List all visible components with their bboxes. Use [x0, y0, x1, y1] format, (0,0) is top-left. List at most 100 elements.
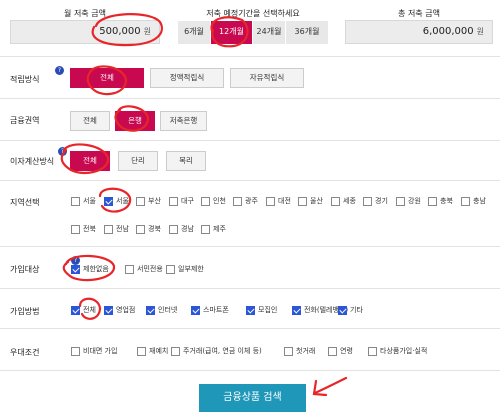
preference-checkbox-label: 첫거래: [296, 347, 316, 355]
checkbox-icon[interactable]: [338, 305, 347, 315]
region-checkbox-label: 대전: [278, 197, 291, 205]
sector-option-bank[interactable]: 은행: [115, 111, 155, 131]
checkbox-icon[interactable]: [461, 196, 470, 206]
channel-checkbox-3[interactable]: 스마트폰: [191, 305, 229, 315]
sector-option-all[interactable]: 전체: [70, 111, 110, 131]
total-label: 총 저축 금액: [398, 9, 440, 18]
checkbox-icon[interactable]: [266, 196, 275, 206]
checkbox-icon[interactable]: [146, 305, 155, 315]
checkbox-icon[interactable]: [104, 196, 113, 206]
target-checkbox-label: 서민전용: [137, 265, 163, 273]
checkbox-icon[interactable]: [71, 196, 80, 206]
channel-checkbox-label: 영업점: [116, 306, 136, 314]
checkbox-icon[interactable]: [396, 196, 405, 206]
preference-checkbox-1[interactable]: 재예치: [137, 346, 168, 356]
region-checkbox-4[interactable]: 인천: [201, 196, 226, 206]
preference-checkbox-3[interactable]: 첫거래: [284, 346, 315, 356]
checkbox-icon[interactable]: [137, 346, 146, 356]
divider: [0, 246, 500, 247]
checkbox-icon[interactable]: [136, 196, 145, 206]
target-checkbox-1[interactable]: 서민전용: [125, 264, 163, 274]
region-checkbox-12[interactable]: 충남: [461, 196, 486, 206]
checkbox-icon[interactable]: [71, 305, 80, 315]
checkbox-icon[interactable]: [104, 224, 113, 234]
checkbox-icon[interactable]: [201, 224, 210, 234]
region-checkbox-2[interactable]: 부산: [136, 196, 161, 206]
target-checkbox-0[interactable]: 제한없음: [71, 264, 109, 274]
checkbox-icon[interactable]: [71, 264, 80, 274]
period-selector: 6개월 12개월 24개월 36개월: [178, 21, 328, 44]
checkbox-icon[interactable]: [125, 264, 134, 274]
interest-option-simple[interactable]: 단리: [118, 151, 158, 171]
checkbox-icon[interactable]: [169, 196, 178, 206]
checkbox-icon[interactable]: [246, 305, 255, 315]
region-checkbox-label: 전북: [83, 225, 96, 233]
preference-checkbox-label: 주거래(급여, 연금 이체 등): [183, 347, 262, 355]
preference-checkbox-4[interactable]: 연령: [328, 346, 353, 356]
region-checkbox-13[interactable]: 전북: [71, 224, 96, 234]
checkbox-icon[interactable]: [331, 196, 340, 206]
region-checkbox-15[interactable]: 경북: [136, 224, 161, 234]
sector-option-savings-bank[interactable]: 저축은행: [160, 111, 207, 131]
checkbox-icon[interactable]: [169, 224, 178, 234]
help-icon[interactable]: ?: [58, 147, 67, 156]
channel-checkbox-1[interactable]: 영업점: [104, 305, 135, 315]
method-option-free[interactable]: 자유적립식: [230, 68, 304, 88]
checkbox-icon[interactable]: [363, 196, 372, 206]
target-checkbox-2[interactable]: 일부제한: [166, 264, 204, 274]
checkbox-icon[interactable]: [171, 346, 180, 356]
monthly-amount-field[interactable]: 500,000 원: [10, 20, 160, 44]
region-checkbox-0[interactable]: 서울: [71, 196, 96, 206]
region-checkbox-5[interactable]: 광주: [233, 196, 258, 206]
region-checkbox-label: 경기: [375, 197, 388, 205]
region-checkbox-16[interactable]: 경남: [169, 224, 194, 234]
product-search-button[interactable]: 금융상품 검색: [199, 384, 306, 412]
region-checkbox-label: 경남: [181, 225, 194, 233]
total-amount-value: 6,000,000: [422, 26, 474, 37]
checkbox-icon[interactable]: [368, 346, 377, 356]
help-icon[interactable]: ?: [55, 66, 64, 75]
method-option-all[interactable]: 전체: [70, 68, 144, 88]
channel-checkbox-6[interactable]: 기타: [338, 305, 363, 315]
checkbox-icon[interactable]: [71, 346, 80, 356]
checkbox-icon[interactable]: [71, 224, 80, 234]
checkbox-icon[interactable]: [104, 305, 113, 315]
period-option-6[interactable]: 6개월: [178, 21, 211, 44]
region-checkbox-8[interactable]: 세종: [331, 196, 356, 206]
region-checkbox-3[interactable]: 대구: [169, 196, 194, 206]
region-checkbox-9[interactable]: 경기: [363, 196, 388, 206]
region-checkbox-label: 부산: [148, 197, 161, 205]
checkbox-icon[interactable]: [191, 305, 200, 315]
channel-checkbox-2[interactable]: 인터넷: [146, 305, 177, 315]
region-checkbox-14[interactable]: 전남: [104, 224, 129, 234]
region-checkbox-17[interactable]: 제주: [201, 224, 226, 234]
preference-checkbox-5[interactable]: 타상품가입·실적: [368, 346, 427, 356]
checkbox-icon[interactable]: [298, 196, 307, 206]
target-label: 가입대상: [10, 265, 40, 274]
region-checkbox-label: 대구: [181, 197, 194, 205]
checkbox-icon[interactable]: [328, 346, 337, 356]
interest-option-all[interactable]: 전체: [70, 151, 110, 171]
period-option-36[interactable]: 36개월: [286, 21, 328, 44]
checkbox-icon[interactable]: [136, 224, 145, 234]
region-checkbox-7[interactable]: 울산: [298, 196, 323, 206]
checkbox-icon[interactable]: [201, 196, 210, 206]
preference-checkbox-0[interactable]: 비대면 가입: [71, 346, 117, 356]
checkbox-icon[interactable]: [428, 196, 437, 206]
checkbox-icon[interactable]: [292, 305, 301, 315]
preference-checkbox-2[interactable]: 주거래(급여, 연금 이체 등): [171, 346, 262, 356]
period-option-12[interactable]: 12개월: [211, 21, 253, 44]
region-checkbox-6[interactable]: 대전: [266, 196, 291, 206]
period-option-24[interactable]: 24개월: [253, 21, 286, 44]
monthly-amount-unit: 원: [143, 27, 151, 36]
channel-checkbox-4[interactable]: 모집인: [246, 305, 277, 315]
region-checkbox-11[interactable]: 충북: [428, 196, 453, 206]
region-checkbox-1[interactable]: 서울: [104, 196, 129, 206]
checkbox-icon[interactable]: [233, 196, 242, 206]
interest-option-compound[interactable]: 복리: [166, 151, 206, 171]
checkbox-icon[interactable]: [284, 346, 293, 356]
method-option-fixed[interactable]: 정액적립식: [150, 68, 224, 88]
channel-checkbox-0[interactable]: 전체: [71, 305, 96, 315]
checkbox-icon[interactable]: [166, 264, 175, 274]
region-checkbox-10[interactable]: 강원: [396, 196, 421, 206]
